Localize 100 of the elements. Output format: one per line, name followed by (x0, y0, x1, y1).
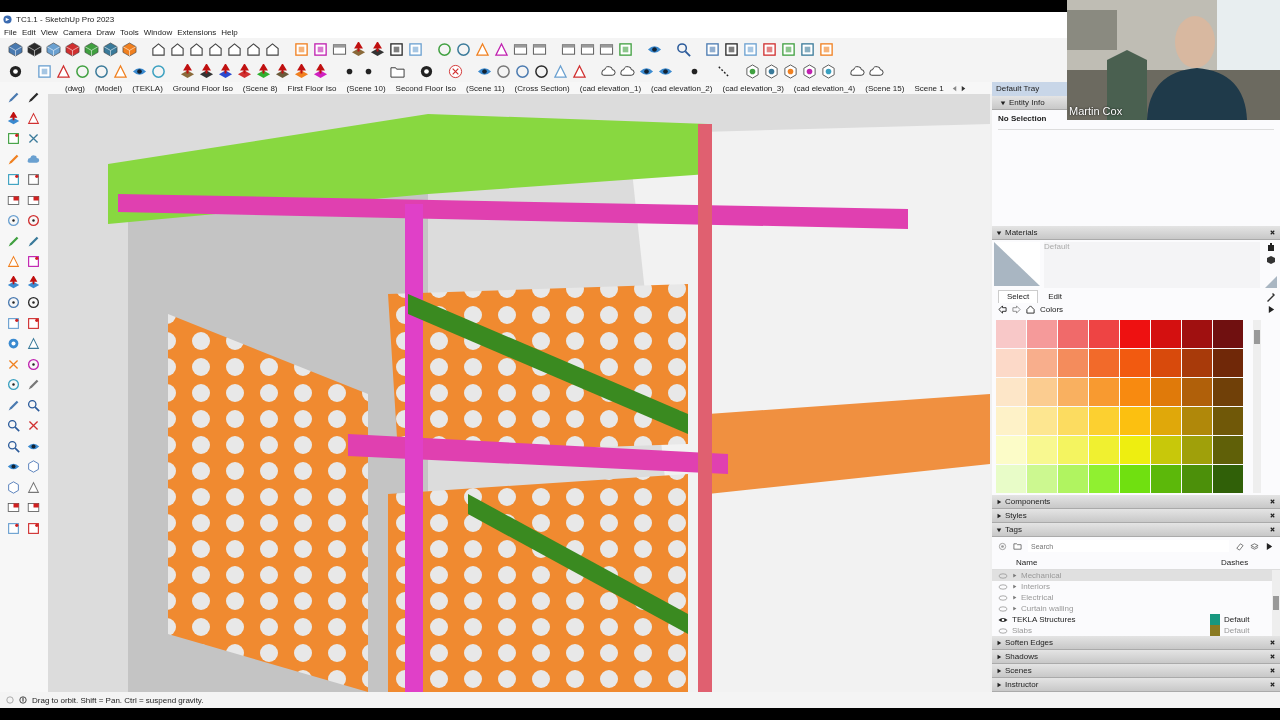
hexagon-icon[interactable] (7, 480, 20, 494)
cloud-icon[interactable] (27, 152, 40, 166)
color-swatch[interactable] (1213, 320, 1243, 348)
eraser-icon[interactable] (1235, 541, 1244, 551)
triangle-icon[interactable] (56, 63, 71, 79)
color-swatch[interactable] (1213, 465, 1243, 493)
hexagon-icon[interactable] (27, 460, 40, 473)
panel-header[interactable]: Tags (992, 523, 1280, 537)
house-icon[interactable] (208, 41, 223, 57)
square-icon[interactable] (27, 521, 40, 535)
scene-tab[interactable]: Scene 1 (909, 83, 949, 93)
color-swatch[interactable] (1089, 465, 1119, 493)
square-icon[interactable] (389, 41, 404, 57)
window-icon[interactable] (7, 501, 20, 514)
column-header[interactable]: Name (1016, 557, 1191, 567)
square-icon[interactable] (313, 41, 328, 57)
color-swatch[interactable] (1182, 378, 1212, 406)
scene-tab[interactable]: First Floor Iso (282, 83, 342, 93)
color-swatch[interactable] (1213, 436, 1243, 464)
gear-icon[interactable] (8, 63, 23, 79)
back-icon[interactable] (998, 305, 1007, 314)
hexagon-icon[interactable] (764, 63, 779, 79)
color-swatch[interactable] (1151, 349, 1181, 377)
color-swatch[interactable] (1182, 465, 1212, 493)
color-swatch[interactable] (1120, 349, 1150, 377)
arrow-icon[interactable] (180, 63, 195, 79)
magnifier-icon[interactable] (7, 419, 20, 432)
arrow-icon[interactable] (294, 63, 309, 79)
column-header[interactable]: Dashes (1191, 557, 1249, 567)
color-swatch[interactable] (1182, 407, 1212, 435)
scene-tab[interactable]: (cad elevation_1) (574, 83, 647, 93)
scrollbar[interactable] (1253, 320, 1261, 493)
hexagon-icon[interactable] (821, 63, 836, 79)
close-icon[interactable] (1269, 681, 1276, 688)
triangle-icon[interactable] (27, 111, 40, 125)
forward-icon[interactable] (1012, 305, 1021, 314)
square-icon[interactable] (724, 41, 739, 57)
right-arrow-icon[interactable] (959, 84, 967, 92)
color-swatch[interactable] (1027, 436, 1057, 464)
house-icon[interactable] (227, 41, 242, 57)
color-swatch[interactable] (996, 378, 1026, 406)
color-swatch[interactable] (1089, 436, 1119, 464)
color-swatch[interactable] (1151, 378, 1181, 406)
arrow-icon[interactable] (7, 111, 20, 125)
color-swatch[interactable] (1120, 407, 1150, 435)
scene-tab[interactable]: (cad elevation_4) (788, 83, 861, 93)
menu-item[interactable]: File (4, 27, 17, 37)
window-icon[interactable] (332, 41, 347, 57)
square-icon[interactable] (705, 41, 720, 57)
magnifier-icon[interactable] (27, 398, 40, 412)
arrow-icon[interactable] (218, 63, 233, 79)
menu-item[interactable]: Window (143, 27, 173, 37)
square-icon[interactable] (7, 521, 20, 535)
scene-tab[interactable]: (cad elevation_3) (717, 83, 789, 93)
tag-color[interactable] (1210, 614, 1220, 625)
arrow-icon[interactable] (237, 63, 252, 79)
paint-bucket-icon[interactable] (1266, 242, 1276, 252)
color-swatch[interactable] (1120, 436, 1150, 464)
color-swatch[interactable] (996, 320, 1026, 348)
scene-tab[interactable]: (Scene 10) (341, 83, 391, 93)
triangle-icon[interactable] (1012, 573, 1017, 578)
color-swatch[interactable] (996, 407, 1026, 435)
triangle-icon[interactable] (475, 41, 490, 57)
close-icon[interactable] (1269, 512, 1276, 519)
color-swatch[interactable] (1182, 349, 1212, 377)
panel-header[interactable]: Instructor (992, 678, 1280, 692)
cube-icon[interactable] (65, 41, 80, 57)
square-icon[interactable] (27, 316, 40, 330)
home-icon[interactable] (1026, 305, 1035, 314)
color-swatch[interactable] (1151, 320, 1181, 348)
circle-icon[interactable] (27, 296, 40, 309)
arrow-icon[interactable] (351, 41, 366, 57)
pencil-icon[interactable] (27, 91, 40, 104)
scene-tab[interactable]: (cad elevation_2) (646, 83, 718, 93)
house-icon[interactable] (151, 41, 166, 57)
house-icon[interactable] (170, 41, 185, 57)
scene-tab[interactable]: (Model) (90, 83, 128, 93)
color-swatch[interactable] (1027, 465, 1057, 493)
menu-item[interactable]: Help (221, 27, 238, 37)
window-icon[interactable] (7, 193, 20, 207)
hexagon-icon[interactable] (745, 63, 760, 79)
color-swatch[interactable] (1089, 320, 1119, 348)
triangle-icon[interactable] (572, 63, 587, 79)
panel-header[interactable]: Components (992, 495, 1280, 509)
hexagon-icon[interactable] (802, 63, 817, 79)
color-swatch[interactable] (996, 465, 1026, 493)
library-dropdown[interactable]: Colors (1040, 305, 1262, 314)
scrollbar[interactable] (1272, 570, 1280, 636)
scene-tab[interactable]: (Scene 15) (860, 83, 910, 93)
panel-header[interactable]: Styles (992, 509, 1280, 523)
gear-icon[interactable] (419, 63, 434, 79)
menu-item[interactable]: Camera (62, 27, 92, 37)
scene-tab[interactable]: (TEKLA) (127, 83, 168, 93)
arrow-icon[interactable] (7, 275, 20, 289)
triangle-icon[interactable] (27, 480, 40, 494)
menu-item[interactable]: Tools (120, 27, 139, 37)
color-swatch[interactable] (1182, 436, 1212, 464)
close-icon[interactable] (1269, 526, 1276, 533)
house-icon[interactable] (265, 41, 280, 57)
panel-header[interactable]: Soften Edges (992, 636, 1280, 650)
